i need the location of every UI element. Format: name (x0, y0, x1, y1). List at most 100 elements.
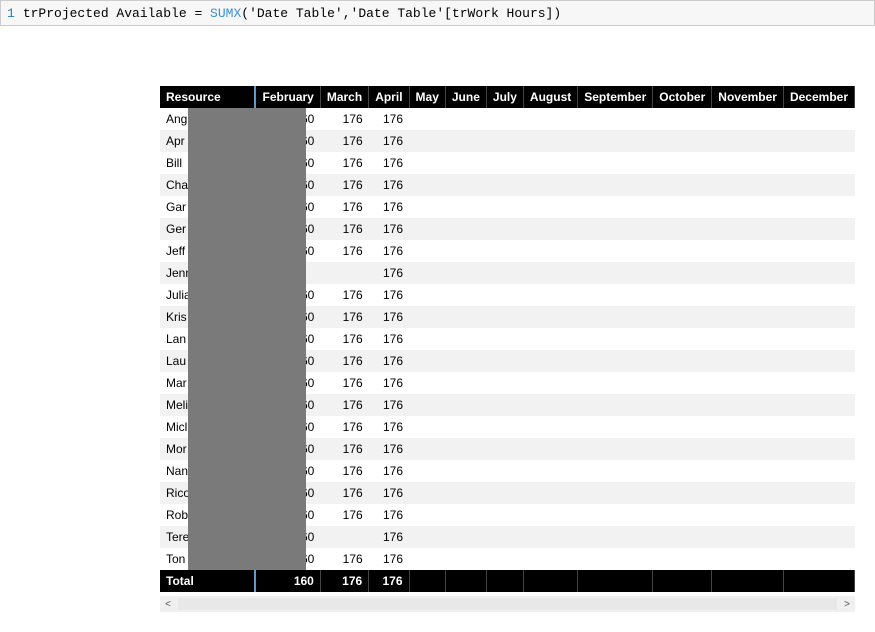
value-cell (783, 196, 854, 218)
value-cell (578, 548, 653, 570)
total-value-cell: 176 (320, 570, 368, 592)
resource-name-cell: Meli (160, 394, 255, 416)
value-cell: 160 (255, 108, 320, 130)
matrix-total-row: Total 160176176 (160, 570, 855, 592)
column-header-month[interactable]: July (486, 86, 523, 108)
value-cell (653, 240, 712, 262)
table-row[interactable]: Nan160176176 (160, 460, 855, 482)
value-cell: 176 (320, 108, 368, 130)
resource-name-cell: Julia (160, 284, 255, 306)
value-cell: 176 (320, 130, 368, 152)
value-cell: 176 (320, 504, 368, 526)
value-cell (486, 372, 523, 394)
value-cell: 176 (320, 284, 368, 306)
scroll-left-arrow-icon[interactable]: < (160, 596, 176, 612)
table-row[interactable]: Mor160176176 (160, 438, 855, 460)
column-header-month[interactable]: April (369, 86, 409, 108)
value-cell: 160 (255, 218, 320, 240)
value-cell (445, 460, 486, 482)
value-cell: 176 (320, 240, 368, 262)
column-header-month[interactable]: September (578, 86, 653, 108)
value-cell: 160 (255, 394, 320, 416)
table-row[interactable]: Lan160176176 (160, 328, 855, 350)
value-cell: 176 (369, 152, 409, 174)
value-cell (523, 306, 577, 328)
value-cell (578, 284, 653, 306)
table-row[interactable]: Gar160176176 (160, 196, 855, 218)
value-cell (486, 460, 523, 482)
table-row[interactable]: Rico160176176 (160, 482, 855, 504)
column-header-month[interactable]: May (409, 86, 445, 108)
matrix-table[interactable]: Resource FebruaryMarchAprilMayJuneJulyAu… (160, 86, 855, 592)
table-row[interactable]: Micl160176176 (160, 416, 855, 438)
table-row[interactable]: Tere160176 (160, 526, 855, 548)
value-cell (653, 152, 712, 174)
table-row[interactable]: Lau160176176 (160, 350, 855, 372)
value-cell (523, 108, 577, 130)
value-cell (578, 350, 653, 372)
column-header-month[interactable]: November (712, 86, 784, 108)
resource-name-cell: Ger (160, 218, 255, 240)
value-cell (523, 526, 577, 548)
value-cell (783, 460, 854, 482)
value-cell (653, 416, 712, 438)
value-cell (578, 394, 653, 416)
value-cell (445, 504, 486, 526)
column-header-month[interactable]: February (255, 86, 320, 108)
table-row[interactable]: Apr160176176 (160, 130, 855, 152)
value-cell: 176 (320, 372, 368, 394)
value-cell (486, 526, 523, 548)
table-row[interactable]: Meli160176176 (160, 394, 855, 416)
value-cell (712, 152, 784, 174)
column-header-resource[interactable]: Resource (160, 86, 255, 108)
value-cell (712, 218, 784, 240)
value-cell: 160 (255, 438, 320, 460)
value-cell (523, 460, 577, 482)
scroll-track[interactable] (178, 598, 837, 610)
column-header-month[interactable]: June (445, 86, 486, 108)
value-cell: 160 (255, 460, 320, 482)
resource-name-cell: Nan (160, 460, 255, 482)
value-cell (578, 372, 653, 394)
value-cell (486, 262, 523, 284)
formula-text[interactable]: trProjected Available = SUMX('Date Table… (23, 6, 561, 21)
value-cell (445, 152, 486, 174)
formula-bar[interactable]: 1 trProjected Available = SUMX('Date Tab… (0, 0, 875, 26)
column-header-month[interactable]: August (523, 86, 577, 108)
table-row[interactable]: Bill160176176 (160, 152, 855, 174)
value-cell (409, 152, 445, 174)
resource-name-cell: Lan (160, 328, 255, 350)
value-cell: 160 (255, 350, 320, 372)
value-cell (409, 262, 445, 284)
value-cell (486, 416, 523, 438)
table-row[interactable]: Julia160176176 (160, 284, 855, 306)
table-row[interactable]: Jeff160176176 (160, 240, 855, 262)
value-cell (409, 416, 445, 438)
table-row[interactable]: Kris160176176 (160, 306, 855, 328)
value-cell (445, 108, 486, 130)
value-cell (578, 262, 653, 284)
value-cell (486, 306, 523, 328)
resource-name-cell: Tere (160, 526, 255, 548)
value-cell (712, 284, 784, 306)
value-cell: 160 (255, 196, 320, 218)
table-row[interactable]: Rob160176176 (160, 504, 855, 526)
table-row[interactable]: Ang160176176 (160, 108, 855, 130)
column-header-month[interactable]: December (783, 86, 854, 108)
value-cell (653, 262, 712, 284)
value-cell: 160 (255, 482, 320, 504)
value-cell (255, 262, 320, 284)
table-row[interactable]: Mar160176176 (160, 372, 855, 394)
table-row[interactable]: Ger160176176 (160, 218, 855, 240)
matrix-visual[interactable]: Resource FebruaryMarchAprilMayJuneJulyAu… (160, 86, 855, 612)
table-row[interactable]: Ton160176176 (160, 548, 855, 570)
value-cell: 176 (369, 306, 409, 328)
total-value-cell (712, 570, 784, 592)
scroll-right-arrow-icon[interactable]: > (839, 596, 855, 612)
column-header-month[interactable]: March (320, 86, 368, 108)
column-header-month[interactable]: October (653, 86, 712, 108)
table-row[interactable]: Cha160176176 (160, 174, 855, 196)
horizontal-scrollbar[interactable]: < > (160, 596, 855, 612)
table-row[interactable]: Jenn176 (160, 262, 855, 284)
equals-sign: = (187, 6, 210, 21)
